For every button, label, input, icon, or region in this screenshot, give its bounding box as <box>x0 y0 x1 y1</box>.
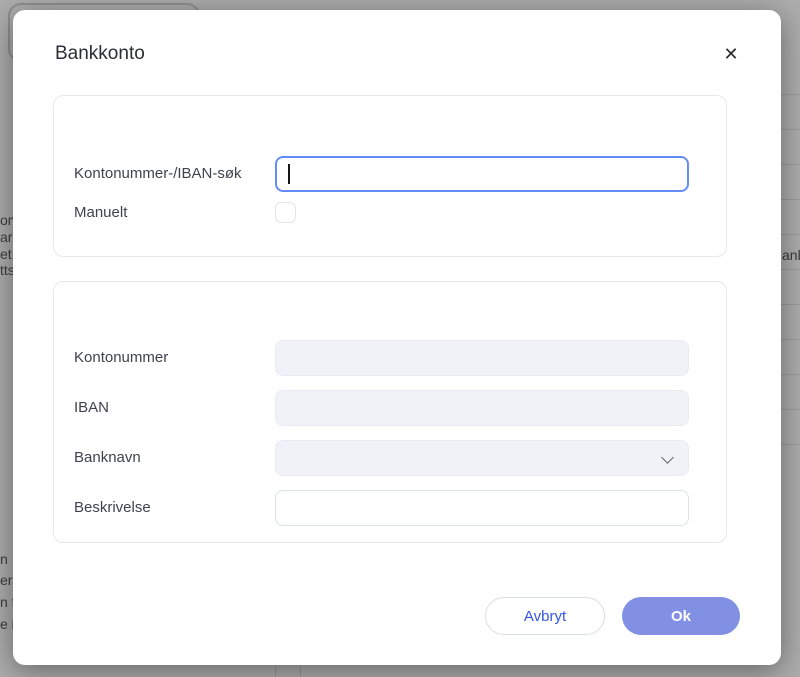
ok-button[interactable]: Ok <box>622 597 740 635</box>
kontonummer-iban-sok-input[interactable] <box>275 156 689 192</box>
background-text-fragment: anl <box>782 247 800 263</box>
background-column-divider <box>275 666 276 677</box>
search-section-card: Kontonummer-/IBAN-søk Manuelt <box>53 95 727 257</box>
beskrivelse-input[interactable] <box>275 490 689 526</box>
background-text-fragment: er <box>0 572 13 588</box>
kontonummer-field <box>275 340 689 376</box>
search-field-row: Kontonummer-/IBAN-søk <box>74 156 690 192</box>
details-section-card: Kontonummer IBAN Banknavn Beskrivelse <box>53 281 727 543</box>
chevron-down-icon <box>661 451 674 464</box>
iban-input <box>275 390 689 426</box>
field-label-kontonummer-iban-sok: Kontonummer-/IBAN-søk <box>74 165 242 182</box>
field-label-manuelt: Manuelt <box>74 204 128 221</box>
banknavn-field <box>275 440 689 476</box>
close-button[interactable]: ✕ <box>717 40 745 68</box>
manual-field-row: Manuelt <box>74 202 690 224</box>
manuelt-checkbox[interactable] <box>275 202 296 223</box>
cancel-button[interactable]: Avbryt <box>485 597 605 635</box>
field-label-iban: IBAN <box>74 399 110 416</box>
iban-row: IBAN <box>74 390 690 426</box>
bankkonto-dialog: Bankkonto ✕ Kontonummer-/IBAN-søk Manuel… <box>13 10 781 665</box>
background-text-fragment: n <box>0 551 8 567</box>
field-label-banknavn: Banknavn <box>74 449 141 466</box>
banknavn-row: Banknavn <box>74 440 690 476</box>
background-text-fragment: ar <box>0 229 13 245</box>
beskrivelse-row: Beskrivelse <box>74 490 690 526</box>
background-column-divider <box>300 666 301 677</box>
kontonummer-row: Kontonummer <box>74 340 690 376</box>
text-cursor <box>288 164 290 184</box>
kontonummer-input <box>275 340 689 376</box>
close-icon: ✕ <box>723 43 739 64</box>
banknavn-select <box>275 440 689 476</box>
field-label-kontonummer: Kontonummer <box>74 349 169 366</box>
iban-field <box>275 390 689 426</box>
dialog-title: Bankkonto <box>55 43 145 64</box>
kontonummer-iban-sok-field <box>275 156 689 192</box>
field-label-beskrivelse: Beskrivelse <box>74 499 151 516</box>
beskrivelse-field <box>275 490 689 526</box>
